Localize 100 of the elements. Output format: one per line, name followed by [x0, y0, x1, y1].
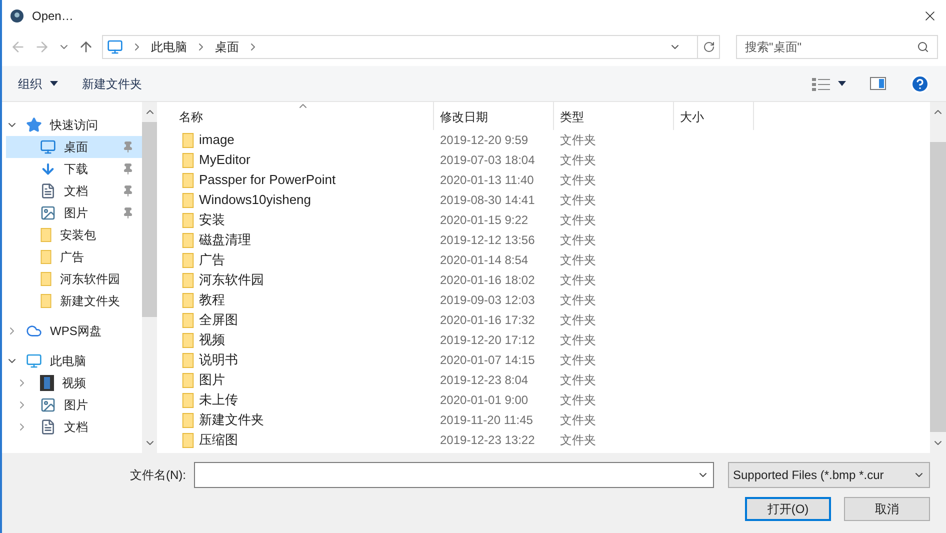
caret-icon[interactable]: [838, 81, 846, 86]
monitor-icon: [107, 39, 123, 55]
nav-item[interactable]: 桌面: [6, 136, 142, 158]
nav-item[interactable]: 安装包: [6, 224, 142, 246]
column-header[interactable]: 大小: [674, 102, 754, 130]
nav-label: WPS网盘: [50, 323, 102, 340]
file-row[interactable]: 未上传 2020-01-01 9:00 文件夹: [157, 390, 930, 410]
modified-date: 2019-12-23 13:22: [440, 433, 535, 447]
pin-icon[interactable]: [122, 141, 134, 153]
file-type: 文件夹: [560, 313, 596, 327]
folder-icon: [182, 312, 194, 328]
folder-icon: [182, 192, 194, 208]
file-type: 文件夹: [560, 353, 596, 367]
nav-item[interactable]: 视频: [6, 372, 142, 394]
monitor-icon: [40, 139, 56, 155]
nav-item[interactable]: 此电脑: [6, 350, 142, 372]
picture-icon: [40, 397, 56, 413]
nav-item[interactable]: 下载: [6, 158, 142, 180]
modified-date: 2019-08-30 14:41: [440, 193, 535, 207]
modified-date: 2019-12-12 13:56: [440, 233, 535, 247]
help-icon[interactable]: [910, 74, 930, 94]
file-type: 文件夹: [560, 433, 596, 447]
file-row[interactable]: 安装 2020-01-15 9:22 文件夹: [157, 210, 930, 230]
folder-icon: [182, 372, 194, 388]
nav-item[interactable]: WPS网盘: [6, 320, 142, 342]
up-icon[interactable]: [78, 39, 94, 55]
breadcrumb[interactable]: 此电脑: [151, 38, 187, 56]
pin-icon[interactable]: [122, 207, 134, 219]
picture-icon: [40, 205, 56, 221]
file-row[interactable]: 视频 2019-12-20 17:12 文件夹: [157, 330, 930, 350]
file-type: 文件夹: [560, 233, 596, 247]
open-button[interactable]: 打开(O): [745, 497, 831, 521]
nav-item[interactable]: 广告: [6, 246, 142, 268]
file-type: 文件夹: [560, 413, 596, 427]
address-bar[interactable]: 此电脑 桌面: [102, 35, 720, 59]
file-name: MyEditor: [199, 151, 250, 170]
nav-label: 安装包: [60, 227, 97, 244]
nav-item[interactable]: 图片: [6, 202, 142, 224]
file-type-dropdown[interactable]: Supported Files (*.bmp *.cur: [728, 462, 930, 488]
scrollbar[interactable]: [930, 102, 946, 453]
file-type: 文件夹: [560, 133, 596, 147]
folder-icon: [182, 352, 194, 368]
search-input[interactable]: 搜索"桌面": [745, 38, 917, 56]
search-field[interactable]: 搜索"桌面": [736, 35, 938, 59]
file-row[interactable]: 全屏图 2020-01-16 17:32 文件夹: [157, 310, 930, 330]
folder-icon: [182, 412, 194, 428]
file-row[interactable]: 说明书 2020-01-07 14:15 文件夹: [157, 350, 930, 370]
file-name: 广告: [199, 251, 225, 270]
file-type: 文件夹: [560, 153, 596, 167]
column-header[interactable]: 类型: [554, 102, 674, 130]
pin-icon[interactable]: [122, 163, 134, 175]
modified-date: 2020-01-13 11:40: [440, 173, 534, 187]
file-row[interactable]: Passper for PowerPoint 2020-01-13 11:40 文件夹: [157, 170, 930, 190]
scrollbar[interactable]: [142, 102, 157, 453]
folder-icon: [182, 272, 194, 288]
view-icon[interactable]: [812, 76, 830, 90]
file-name: 教程: [199, 291, 225, 310]
modified-date: 2019-09-03 12:03: [440, 293, 535, 307]
file-row[interactable]: 磁盘清理 2019-12-12 13:56 文件夹: [157, 230, 930, 250]
breadcrumb[interactable]: 桌面: [215, 38, 239, 56]
file-name: 全屏图: [199, 311, 238, 330]
nav-label: 新建文件夹: [60, 293, 121, 310]
file-row[interactable]: 图片 2019-12-23 8:04 文件夹: [157, 370, 930, 390]
file-row[interactable]: 广告 2020-01-14 8:54 文件夹: [157, 250, 930, 270]
scroll-thumb[interactable]: [930, 142, 946, 432]
scroll-thumb[interactable]: [142, 122, 157, 317]
organize-button[interactable]: 组织: [18, 74, 58, 92]
file-row[interactable]: 压缩图 2019-12-23 13:22 文件夹: [157, 430, 930, 450]
nav-item[interactable]: 文档: [6, 416, 142, 438]
column-header[interactable]: 修改日期: [434, 102, 554, 130]
window-title: Open…: [32, 8, 74, 25]
nav-label: 广告: [60, 249, 85, 266]
nav-item[interactable]: 新建文件夹: [6, 290, 142, 312]
column-header[interactable]: 名称: [157, 102, 434, 130]
file-row[interactable]: 河东软件园 2020-01-16 18:02 文件夹: [157, 270, 930, 290]
folder-icon: [40, 250, 52, 264]
nav-label: 文档: [64, 419, 89, 436]
pin-icon[interactable]: [122, 185, 134, 197]
modified-date: 2019-12-20 17:12: [440, 333, 535, 347]
nav-item[interactable]: 河东软件园: [6, 268, 142, 290]
nav-item[interactable]: 图片: [6, 394, 142, 416]
new-folder-button[interactable]: 新建文件夹: [82, 74, 142, 92]
file-name: 新建文件夹: [199, 411, 264, 430]
file-row[interactable]: 新建文件夹 2019-11-20 11:45 文件夹: [157, 410, 930, 430]
file-name: 河东软件园: [199, 271, 264, 290]
caret-icon: [50, 81, 58, 86]
file-row[interactable]: image 2019-12-20 9:59 文件夹: [157, 130, 930, 150]
file-row[interactable]: MyEditor 2019-07-03 18:04 文件夹: [157, 150, 930, 170]
file-row[interactable]: 教程 2019-09-03 12:03 文件夹: [157, 290, 930, 310]
document-icon: [40, 183, 56, 199]
nav-item[interactable]: 文档: [6, 180, 142, 202]
preview-pane-icon[interactable]: [870, 77, 886, 90]
nav-item[interactable]: 快速访问: [6, 114, 142, 136]
folder-icon: [182, 392, 194, 408]
monitor-icon: [26, 353, 42, 369]
folder-icon: [182, 152, 194, 168]
cancel-button[interactable]: 取消: [844, 497, 930, 521]
file-row[interactable]: Windows10yisheng 2019-08-30 14:41 文件夹: [157, 190, 930, 210]
filename-field[interactable]: [194, 462, 714, 488]
file-name: 磁盘清理: [199, 231, 251, 250]
